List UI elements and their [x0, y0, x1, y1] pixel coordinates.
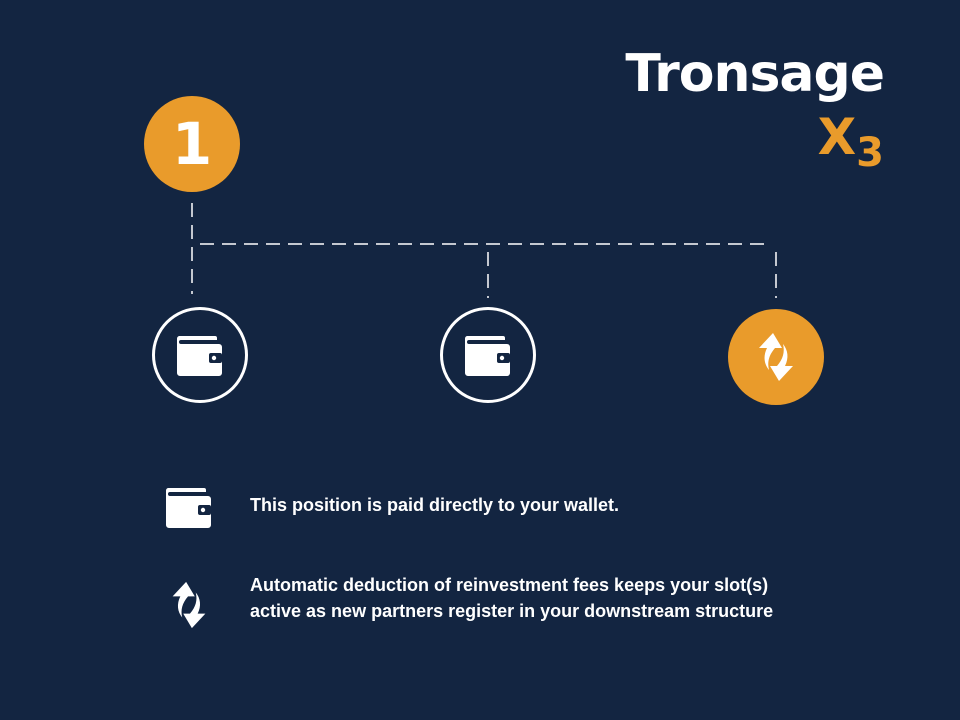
legend-reinvest-icon-wrap [160, 576, 218, 634]
wallet-icon [464, 336, 510, 376]
slot-1 [152, 307, 248, 403]
reinvest-arrows-icon [172, 581, 206, 629]
slot-3 [728, 309, 824, 405]
legend-wallet-icon-wrap [160, 478, 218, 536]
wallet-icon [176, 336, 222, 376]
legend-wallet-text: This position is paid directly to your w… [250, 495, 620, 515]
legend-reinvest-text: Automatic deduction of reinvestment fees… [250, 572, 773, 624]
legend-reinvest-row: Automatic deduction of reinvestment fees… [160, 575, 773, 634]
legend-wallet-row: This position is paid directly to your w… [160, 478, 619, 536]
legend-reinvest-line-2: active as new partners register in your … [250, 601, 774, 621]
legend-reinvest-line-1: Automatic deduction of reinvestment fees… [250, 575, 769, 595]
slot-2 [440, 307, 536, 403]
reinvest-arrows-icon [759, 333, 793, 381]
wallet-icon [165, 488, 211, 528]
